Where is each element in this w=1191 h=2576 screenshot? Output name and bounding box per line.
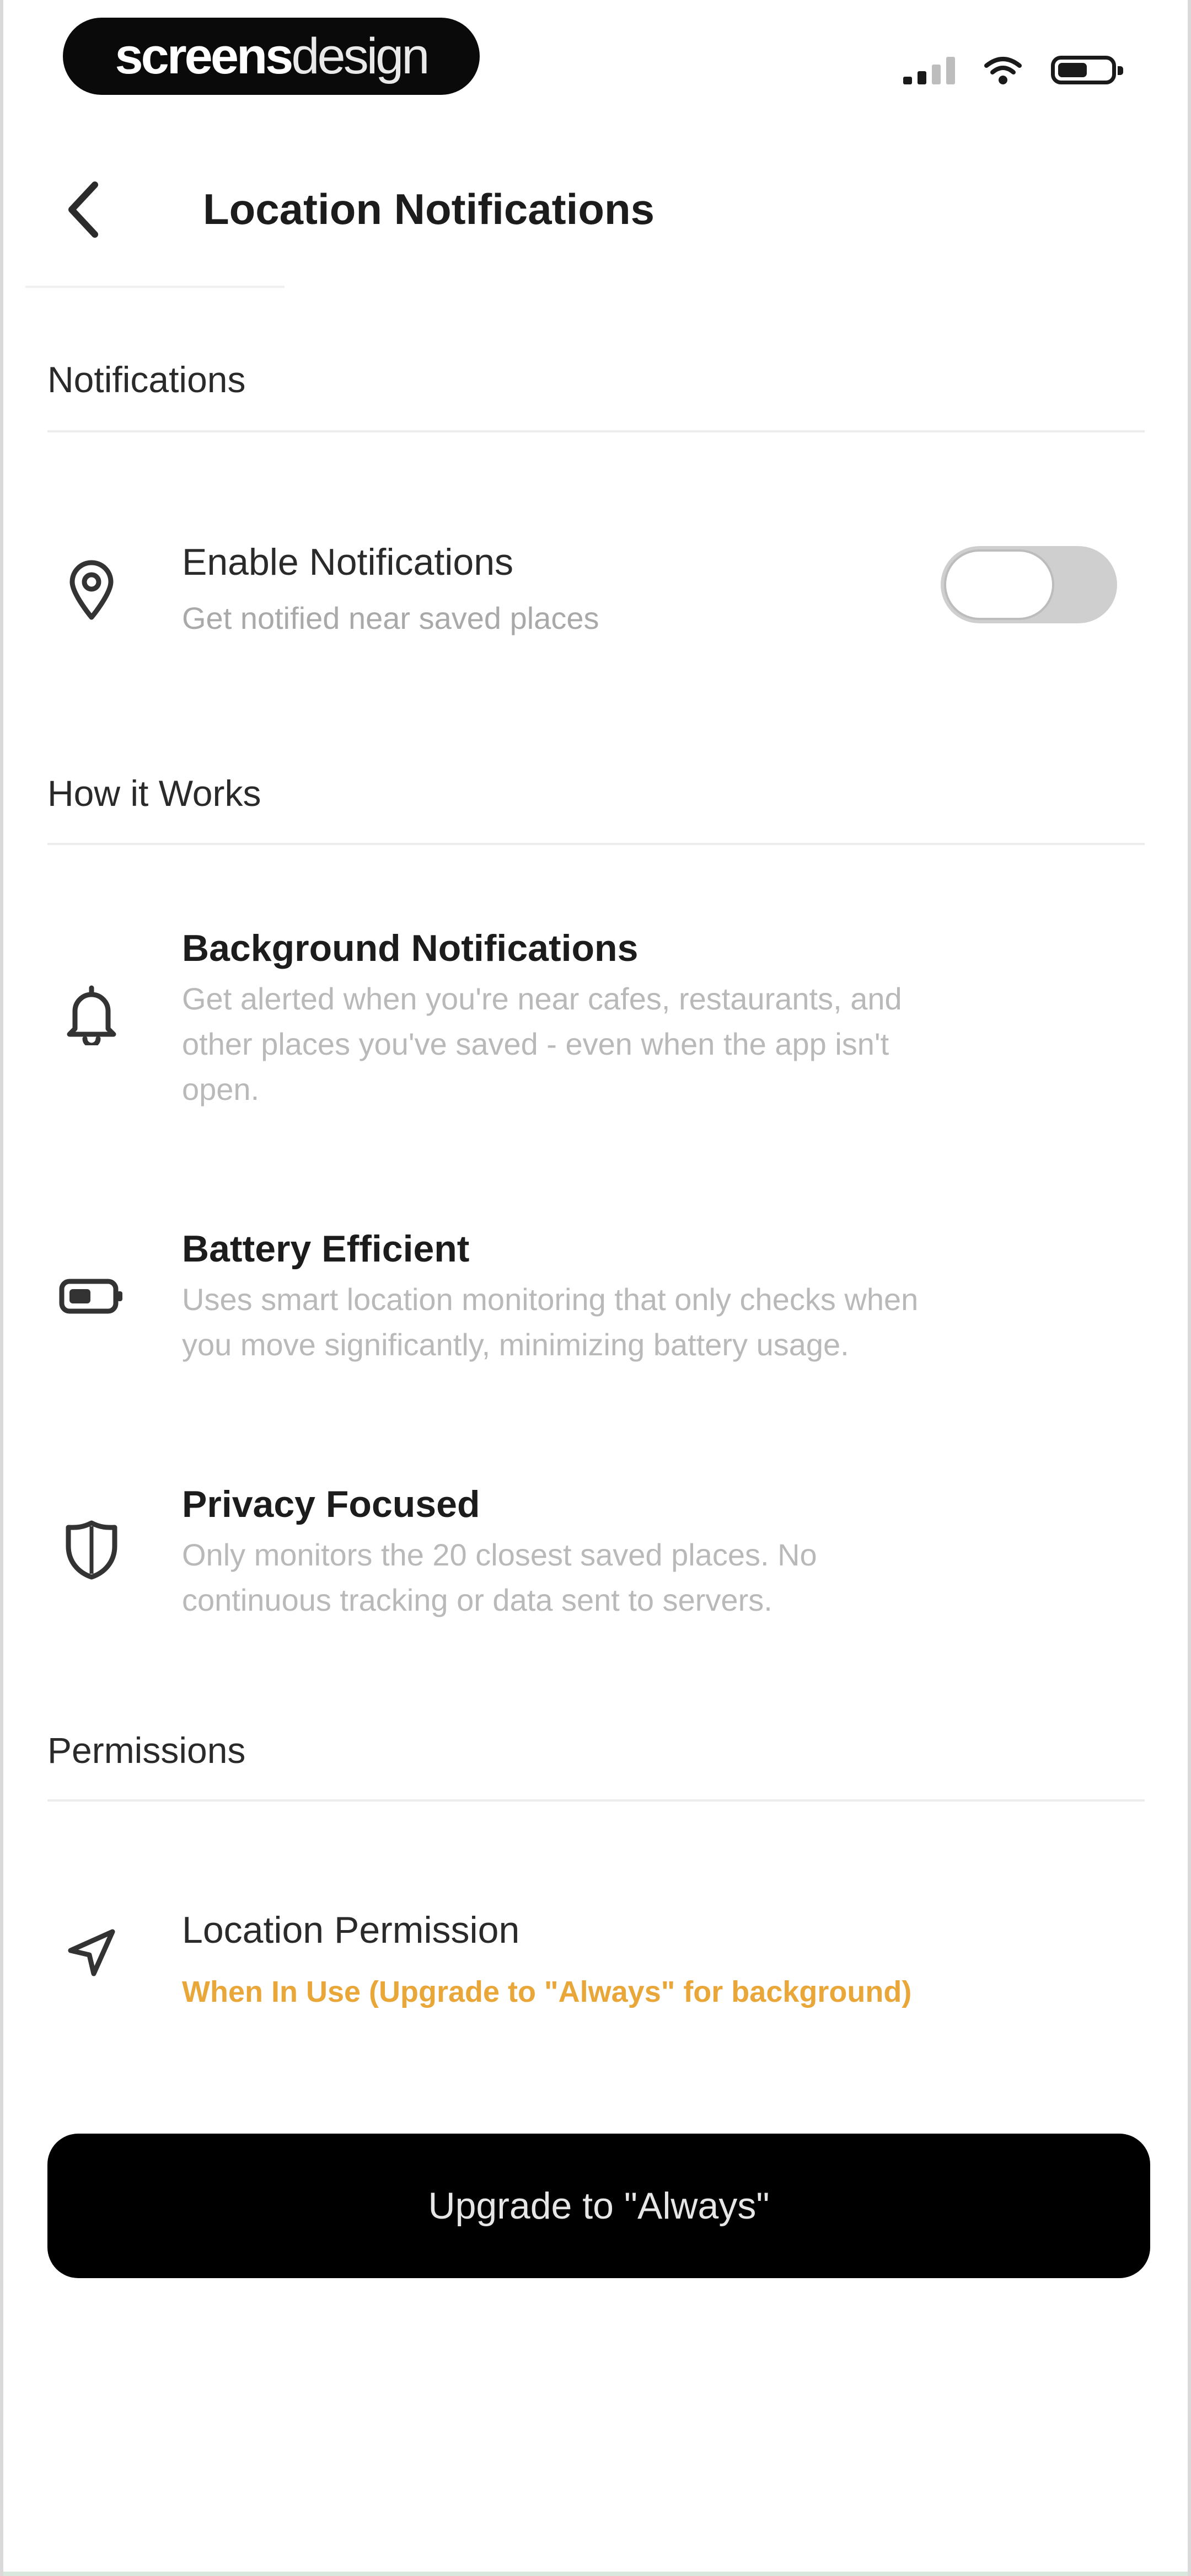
nav-bar: Location Notifications bbox=[3, 138, 1188, 288]
location-permission-title: Location Permission bbox=[182, 1909, 520, 1951]
toggle-knob bbox=[944, 549, 1054, 620]
brand-logo-thin: design bbox=[291, 28, 430, 84]
privacy-focused-icon-wrap bbox=[58, 1517, 125, 1583]
bell-icon bbox=[67, 985, 116, 1045]
battery-icon bbox=[59, 1279, 122, 1314]
navigation-arrow-icon bbox=[68, 1929, 115, 1976]
section-header-how-it-works: How it Works bbox=[47, 773, 261, 814]
feature-description: Uses smart location monitoring that only… bbox=[182, 1277, 1119, 1367]
location-permission-icon-wrap bbox=[58, 1920, 125, 1986]
feature-description-line: continuous tracking or data sent to serv… bbox=[182, 1583, 772, 1617]
back-button[interactable] bbox=[53, 171, 114, 248]
bottom-edge bbox=[3, 2572, 1188, 2576]
wifi-icon bbox=[984, 57, 1022, 84]
enable-notifications-title: Enable Notifications bbox=[182, 541, 514, 583]
feature-description: Only monitors the 20 closest saved place… bbox=[182, 1532, 1119, 1623]
section-divider bbox=[47, 843, 1145, 845]
enable-notifications-row-icon bbox=[58, 557, 125, 623]
feature-description-line: Get alerted when you're near cafes, rest… bbox=[182, 981, 902, 1016]
page-title: Location Notifications bbox=[203, 185, 654, 233]
location-permission-status: When In Use (Upgrade to "Always" for bac… bbox=[182, 1975, 912, 2008]
feature-description: Get alerted when you're near cafes, rest… bbox=[182, 976, 1119, 1112]
chevron-left-icon bbox=[68, 181, 98, 238]
feature-description-line: other places you've saved - even when th… bbox=[182, 1027, 889, 1061]
section-header-notifications: Notifications bbox=[47, 359, 246, 400]
battery-icon bbox=[1051, 56, 1123, 84]
feature-description-line: you move significantly, minimizing batte… bbox=[182, 1327, 849, 1362]
cellular-signal-icon bbox=[903, 56, 955, 84]
brand-logo: screens design bbox=[63, 18, 480, 95]
section-divider bbox=[47, 1799, 1145, 1802]
section-divider bbox=[47, 430, 1145, 432]
section-header-permissions: Permissions bbox=[47, 1730, 246, 1771]
nav-divider bbox=[25, 286, 285, 288]
map-pin-icon bbox=[69, 560, 114, 620]
feature-title: Background Notifications bbox=[182, 927, 639, 969]
shield-icon bbox=[66, 1520, 117, 1580]
feature-description-line: Uses smart location monitoring that only… bbox=[182, 1282, 919, 1317]
feature-title: Privacy Focused bbox=[182, 1483, 480, 1525]
battery-efficient-icon-wrap bbox=[58, 1263, 125, 1329]
brand-logo-bold: screens bbox=[115, 28, 294, 84]
enable-notifications-toggle[interactable] bbox=[941, 546, 1117, 623]
status-icons bbox=[903, 51, 1123, 89]
screen: screens design Location Notifications No… bbox=[0, 0, 1191, 2576]
upgrade-to-always-button[interactable]: Upgrade to "Always" bbox=[47, 2134, 1150, 2278]
status-bar: screens design bbox=[3, 0, 1188, 110]
feature-description-line: open. bbox=[182, 1072, 260, 1107]
feature-title: Battery Efficient bbox=[182, 1228, 470, 1270]
feature-description-line: Only monitors the 20 closest saved place… bbox=[182, 1537, 817, 1572]
background-notifications-icon-wrap bbox=[58, 982, 125, 1048]
